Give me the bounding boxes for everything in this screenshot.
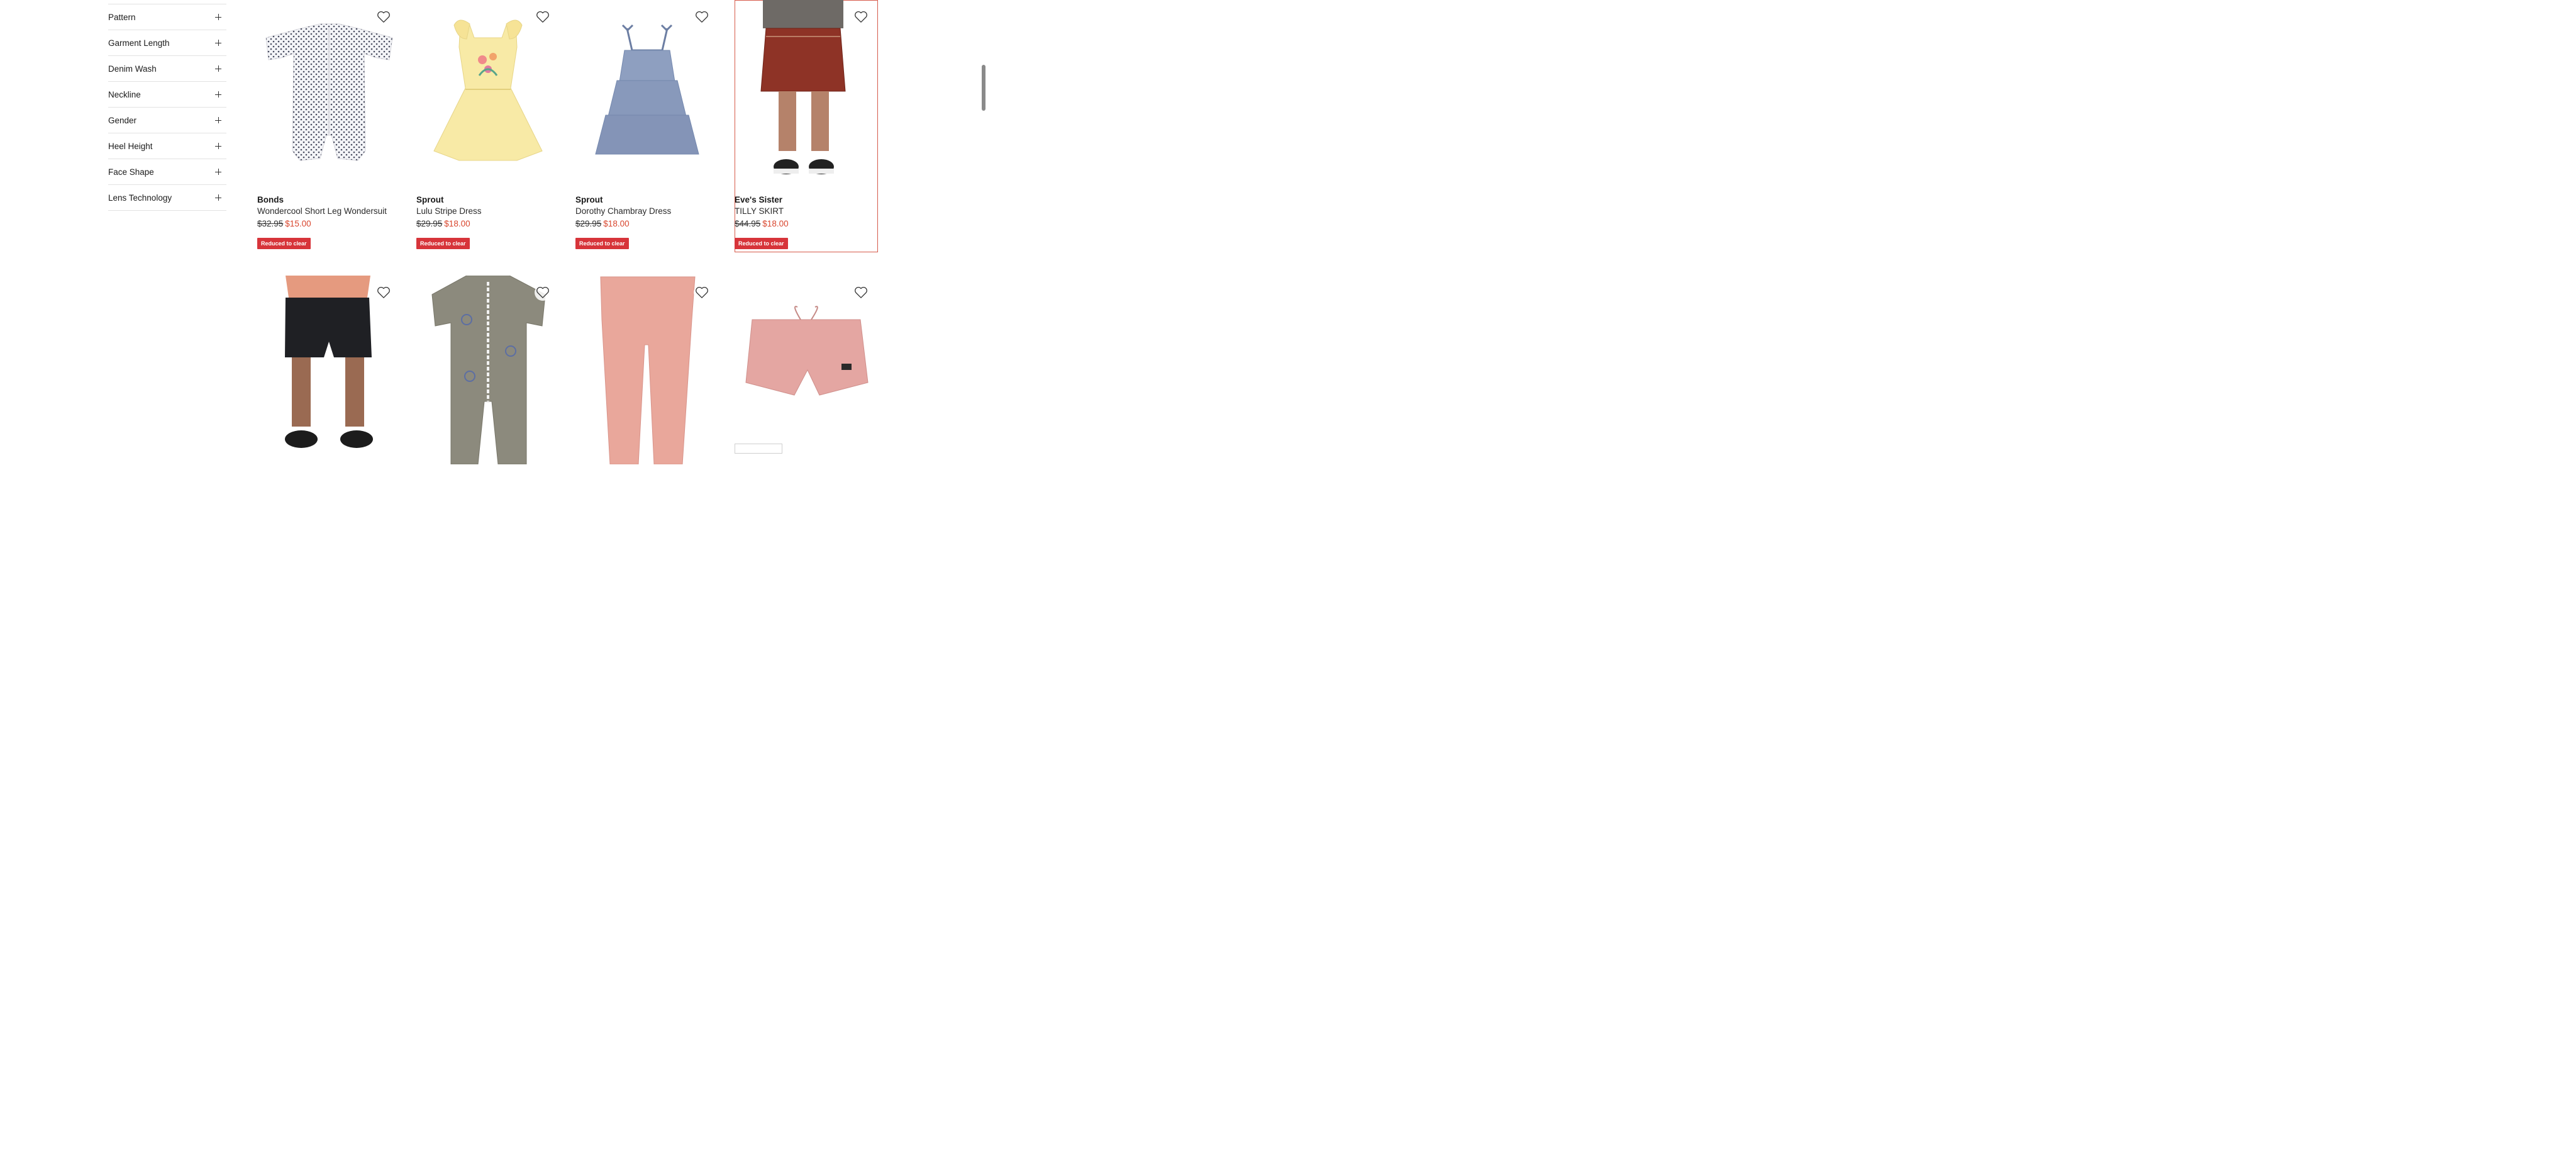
favourite-button[interactable] (535, 9, 551, 25)
product-name[interactable]: TILLY SKIRT (735, 206, 878, 217)
plus-icon[interactable] (215, 169, 221, 175)
plus-icon[interactable] (215, 40, 221, 46)
product-brand: Eve's Sister (735, 195, 783, 204)
filter-pattern[interactable]: Pattern (108, 4, 226, 30)
sale-price: $18.00 (603, 219, 630, 228)
product-prices: $29.95 $18.00 (575, 218, 719, 230)
product-name[interactable]: Dorothy Chambray Dress (575, 206, 719, 217)
product-image-blue-tiered-dress[interactable] (575, 0, 719, 189)
sale-badge: Reduced to clear (575, 238, 629, 249)
sale-price: $15.00 (285, 219, 311, 228)
page-scrollbar[interactable] (980, 0, 986, 447)
product-card[interactable] (257, 276, 401, 464)
favourite-button[interactable] (853, 9, 869, 25)
filter-label: Heel Height (108, 141, 153, 151)
favourite-button[interactable] (375, 9, 392, 25)
product-card[interactable]: Sprout Lulu Stripe Dress $29.95 $18.00 Re… (416, 0, 560, 252)
plus-icon[interactable] (215, 91, 221, 98)
product-image-grey-wondersuit[interactable] (416, 276, 560, 464)
sale-badge: Reduced to clear (735, 238, 788, 249)
product-info: Sprout Lulu Stripe Dress $29.95 $18.00 Re… (416, 194, 560, 249)
heart-outline-icon (536, 11, 549, 23)
product-card[interactable]: Sprout Dorothy Chambray Dress $29.95 $18.… (575, 0, 719, 252)
was-price: $29.95 (575, 219, 602, 228)
favourite-button[interactable] (694, 9, 710, 25)
heart-outline-icon (855, 287, 867, 298)
filter-lens-technology[interactable]: Lens Technology (108, 184, 226, 211)
product-card[interactable]: Bonds Wondercool Short Leg Wondersuit $3… (257, 0, 401, 252)
sale-price: $18.00 (444, 219, 470, 228)
filter-label: Pattern (108, 12, 136, 22)
product-card[interactable]: Eve's Sister TILLY SKIRT $44.95 $18.00 Re… (735, 0, 878, 252)
favourite-button[interactable] (853, 284, 869, 301)
filter-label: Garment Length (108, 38, 170, 48)
sale-badge: Reduced to clear (416, 238, 470, 249)
product-card[interactable] (575, 276, 719, 464)
filter-label: Lens Technology (108, 193, 172, 203)
product-image-pink-leggings[interactable] (575, 276, 719, 464)
heart-outline-icon (536, 287, 549, 298)
product-brand: Sprout (575, 195, 603, 204)
product-image-pink-shorts[interactable] (735, 276, 878, 464)
heart-outline-icon (696, 11, 708, 23)
filter-label: Denim Wash (108, 64, 157, 74)
favourite-button[interactable] (375, 284, 392, 301)
favourite-button[interactable] (694, 284, 710, 301)
product-info: Eve's Sister TILLY SKIRT $44.95 $18.00 Re… (735, 194, 878, 249)
scrollbar-thumb[interactable] (982, 65, 985, 111)
was-price: $32.95 (257, 219, 284, 228)
product-brand: Bonds (257, 195, 284, 204)
product-prices: $32.95 $15.00 (257, 218, 401, 230)
product-image-black-denim-shorts[interactable] (257, 276, 401, 464)
filter-label: Face Shape (108, 167, 154, 177)
product-prices: $44.95 $18.00 (735, 218, 878, 230)
sale-badge: Reduced to clear (257, 238, 311, 249)
was-price: $29.95 (416, 219, 443, 228)
product-card[interactable] (416, 276, 560, 464)
product-brand: Sprout (416, 195, 444, 204)
product-card[interactable] (735, 276, 878, 464)
filter-label: Gender (108, 115, 137, 125)
filter-heel-height[interactable]: Heel Height (108, 133, 226, 159)
heart-outline-icon (696, 287, 708, 298)
product-image-white-polka-dot-romper[interactable] (257, 0, 401, 189)
plus-icon[interactable] (215, 65, 221, 72)
product-name[interactable]: Wondercool Short Leg Wondersuit (257, 206, 401, 217)
filter-garment-length[interactable]: Garment Length (108, 30, 226, 55)
was-price: $44.95 (735, 219, 761, 228)
plus-icon[interactable] (215, 143, 221, 149)
plus-icon[interactable] (215, 194, 221, 201)
plus-icon[interactable] (215, 117, 221, 123)
product-info: Bonds Wondercool Short Leg Wondersuit $3… (257, 194, 401, 249)
filter-sidebar: Pattern Garment Length Denim Wash Neckli… (108, 4, 226, 211)
product-info: Sprout Dorothy Chambray Dress $29.95 $18.… (575, 194, 719, 249)
product-name[interactable]: Lulu Stripe Dress (416, 206, 560, 217)
filter-label: Neckline (108, 89, 141, 99)
product-tag (735, 444, 782, 454)
favourite-button[interactable] (535, 284, 551, 301)
filter-face-shape[interactable]: Face Shape (108, 159, 226, 184)
filter-denim-wash[interactable]: Denim Wash (108, 55, 226, 81)
product-grid: Bonds Wondercool Short Leg Wondersuit $3… (257, 0, 880, 464)
filter-gender[interactable]: Gender (108, 107, 226, 133)
heart-outline-icon (377, 287, 390, 298)
heart-outline-icon (377, 11, 390, 23)
product-image-red-denim-skirt[interactable] (735, 0, 878, 189)
product-image-yellow-embroidered-dress[interactable] (416, 0, 560, 189)
product-prices: $29.95 $18.00 (416, 218, 560, 230)
plus-icon[interactable] (215, 14, 221, 20)
sale-price: $18.00 (762, 219, 789, 228)
filter-neckline[interactable]: Neckline (108, 81, 226, 107)
heart-outline-icon (855, 11, 867, 23)
